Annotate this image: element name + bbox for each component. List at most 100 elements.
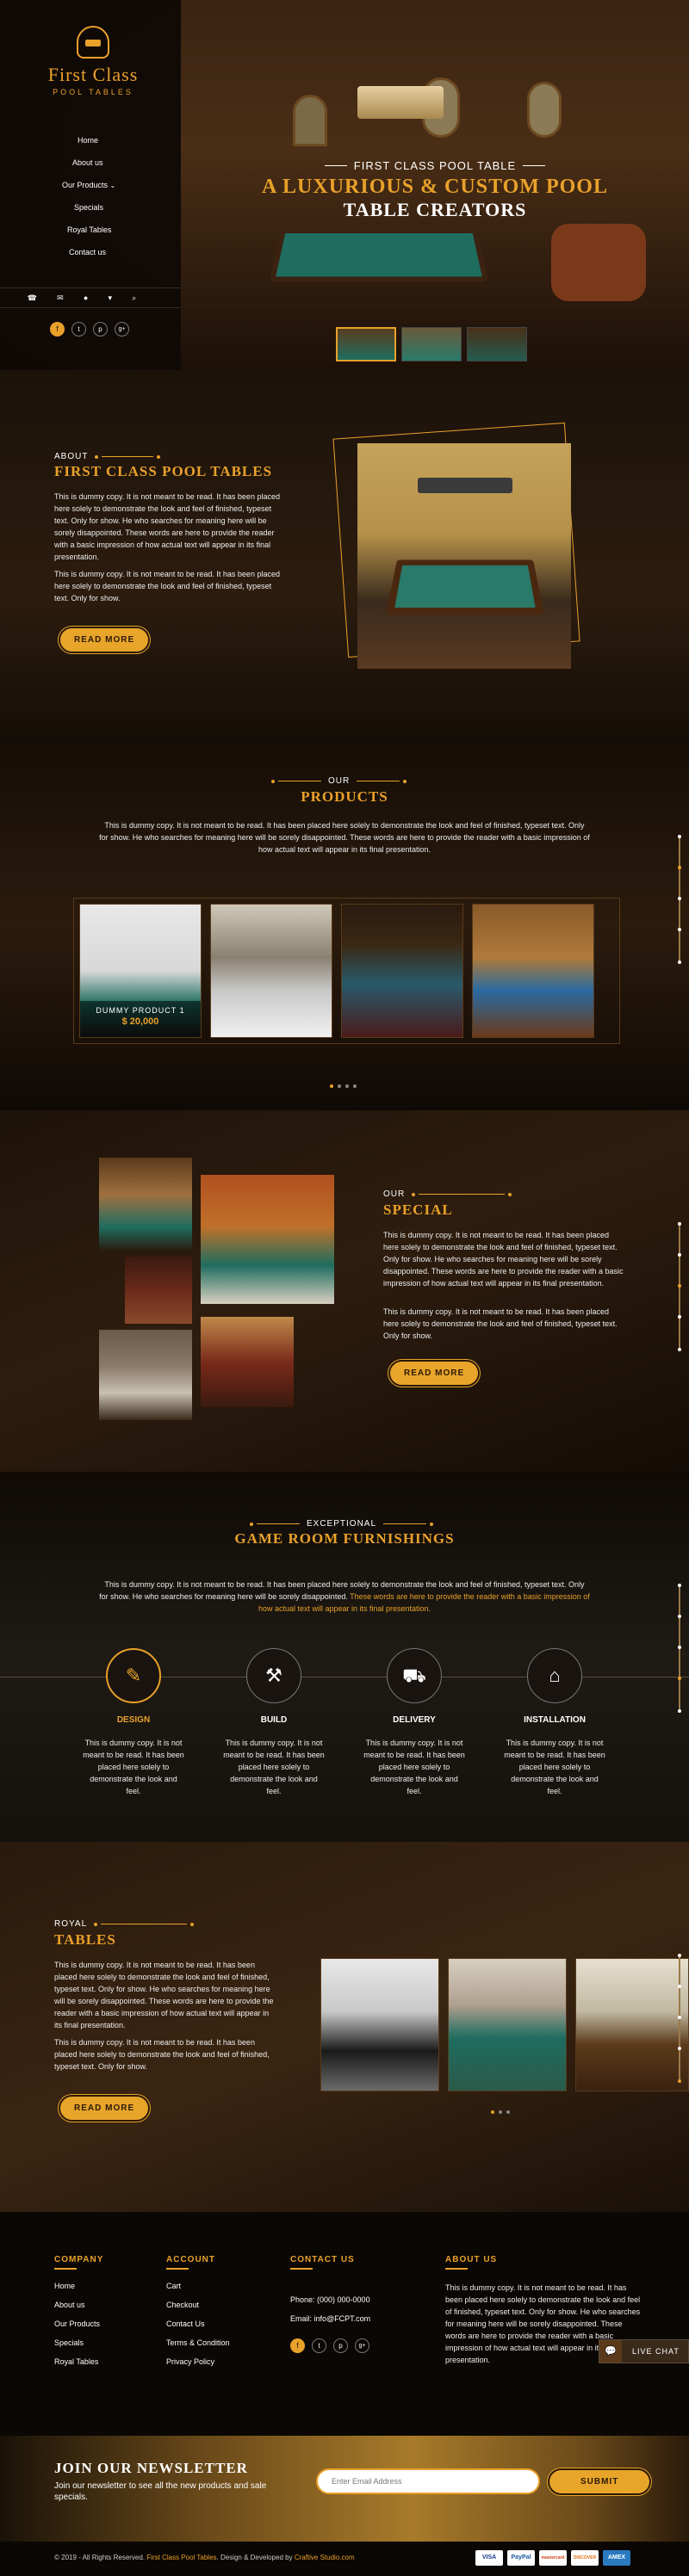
pagination-dot[interactable] <box>506 2110 510 2114</box>
mail-icon[interactable]: ✉ <box>57 293 64 303</box>
pagination-dot[interactable] <box>499 2110 502 2114</box>
furnishing-item-delivery: ⛟ DELIVERY This is dummy copy. It is not… <box>363 1648 466 1797</box>
nav-item-home[interactable]: Home <box>0 129 181 151</box>
footer-about-title: ABOUT US <box>445 2255 498 2264</box>
footer-link[interactable]: Our Products <box>54 2320 103 2338</box>
footer-phone[interactable]: Phone: (000) 000-0000 <box>290 2295 370 2314</box>
about-read-more-button[interactable]: READ MORE <box>60 628 149 652</box>
special-ornament: OUR <box>383 1189 512 1199</box>
footer-account-title: ACCOUNT <box>166 2255 215 2264</box>
product-card[interactable] <box>210 904 332 1038</box>
user-icon[interactable]: ● <box>84 293 88 302</box>
furnishings-intro: This is dummy copy. It is not meant to b… <box>99 1578 590 1615</box>
hero-pool-table <box>269 229 489 282</box>
hero-headline: FIRST CLASS POOL TABLE A LUXURIOUS & CUS… <box>250 159 620 221</box>
payment-methods: VISA PayPal mastercard DISCOVER AMEX <box>475 2550 630 2566</box>
hero-thumb-1[interactable] <box>336 327 396 361</box>
footer-link[interactable]: Royal Tables <box>54 2357 103 2376</box>
pagination-dot[interactable] <box>353 1084 357 1088</box>
furnishing-text: This is dummy copy. It is not meant to b… <box>363 1739 465 1795</box>
about-para-1: This is dummy copy. It is not meant to b… <box>54 492 280 561</box>
product-card[interactable] <box>472 904 594 1038</box>
product-card[interactable] <box>341 904 463 1038</box>
royal-read-more-button[interactable]: READ MORE <box>60 2097 149 2120</box>
pagination-dot[interactable] <box>491 2110 494 2114</box>
facebook-icon[interactable]: f <box>290 2338 305 2353</box>
google-plus-icon[interactable]: g+ <box>355 2338 369 2353</box>
nav-item-contact[interactable]: Contact us <box>0 241 181 263</box>
copyright-main: © 2019 - All Rights Reserved. <box>54 2554 146 2561</box>
logo[interactable]: First Class POOL TABLES <box>33 26 153 96</box>
pagination-dot[interactable] <box>338 1084 341 1088</box>
pinterest-icon[interactable]: p <box>333 2338 348 2353</box>
home-icon: ⌂ <box>527 1648 582 1703</box>
live-chat-label: LIVE CHAT <box>632 2347 680 2356</box>
nav-item-specials[interactable]: Specials <box>0 196 181 219</box>
hero-title-line1: A LUXURIOUS & CUSTOM POOL <box>262 176 608 198</box>
products-carousel: DUMMY PRODUCT 1 $ 20,000 <box>73 898 620 1044</box>
twitter-icon[interactable]: t <box>312 2338 326 2353</box>
royal-para-1: This is dummy copy. It is not meant to b… <box>54 1961 274 2029</box>
copyright-studio-link[interactable]: Craftive Studio.com <box>295 2554 355 2561</box>
about-section: ABOUT FIRST CLASS POOL TABLES This is du… <box>0 370 689 740</box>
footer-link[interactable]: Specials <box>54 2338 103 2357</box>
royal-image-3[interactable] <box>575 1958 689 2091</box>
footer-link[interactable]: Cart <box>166 2282 230 2301</box>
royal-image-2[interactable] <box>448 1958 567 2091</box>
twitter-icon[interactable]: t <box>71 322 86 337</box>
special-section: OUR SPECIAL This is dummy copy. It is no… <box>0 1110 689 1472</box>
footer-link[interactable]: Checkout <box>166 2301 230 2320</box>
footer-title-underline <box>54 2268 77 2270</box>
newsletter-submit-button[interactable]: SUBMIT <box>549 2470 650 2493</box>
product-card[interactable]: DUMMY PRODUCT 1 $ 20,000 <box>79 904 202 1038</box>
live-chat-button[interactable]: 💬 LIVE CHAT <box>599 2339 689 2363</box>
special-section-rail <box>678 1222 681 1351</box>
footer-link[interactable]: Contact Us <box>166 2320 230 2338</box>
special-read-more-button[interactable]: READ MORE <box>390 1362 479 1385</box>
royal-image-1[interactable] <box>320 1958 439 2091</box>
truck-icon: ⛟ <box>387 1648 442 1703</box>
products-title: PRODUCTS <box>301 788 388 805</box>
pagination-dot[interactable] <box>330 1084 333 1088</box>
google-plus-icon[interactable]: g+ <box>115 322 129 337</box>
footer-link[interactable]: Privacy Policy <box>166 2357 230 2376</box>
furnishing-text: This is dummy copy. It is not meant to b… <box>83 1739 184 1795</box>
footer: COMPANY Home About us Our Products Speci… <box>0 2212 689 2436</box>
footer-link[interactable]: Terms & Condition <box>166 2338 230 2357</box>
footer-company-title: COMPANY <box>54 2255 104 2264</box>
phone-icon[interactable]: ☎ <box>28 293 37 303</box>
footer-contact-title: CONTACT US <box>290 2255 355 2264</box>
facebook-icon[interactable]: f <box>50 322 65 337</box>
footer-email[interactable]: Email: info@FCPT.com <box>290 2314 370 2333</box>
about-image <box>357 443 571 669</box>
hero-window-right2 <box>527 82 562 138</box>
newsletter-text: Join our newsletter to see all the new p… <box>54 2481 267 2502</box>
nav-item-products[interactable]: Our Products ⌄ <box>0 174 181 196</box>
pagination-dot[interactable] <box>345 1084 349 1088</box>
about-ornament: ABOUT <box>54 452 161 461</box>
newsletter-section: JOIN OUR NEWSLETTER Join our newsletter … <box>0 2436 689 2542</box>
about-image-table <box>386 559 544 615</box>
pinterest-icon[interactable]: p <box>93 322 108 337</box>
hero-thumb-3[interactable] <box>467 327 527 361</box>
newsletter-email-input[interactable]: Enter Email Address <box>316 2468 540 2494</box>
furnishing-item-design: ✎ DESIGN This is dummy copy. It is not m… <box>82 1648 185 1797</box>
special-image-2 <box>125 1257 192 1324</box>
nav-item-about[interactable]: About us <box>0 151 181 174</box>
about-image-lamp <box>418 478 512 493</box>
special-image-3 <box>201 1175 334 1304</box>
copyright-brand-link[interactable]: First Class Pool Tables <box>146 2554 216 2561</box>
footer-link[interactable]: About us <box>54 2301 103 2320</box>
furnishing-title: DELIVERY <box>393 1715 436 1725</box>
hero-section: First Class POOL TABLES Home About us Ou… <box>0 0 689 370</box>
hero-thumb-2[interactable] <box>401 327 462 361</box>
copyright-bar: © 2019 - All Rights Reserved. First Clas… <box>0 2542 689 2576</box>
nav-item-royal-tables[interactable]: Royal Tables <box>0 219 181 241</box>
amex-icon: AMEX <box>603 2550 630 2566</box>
footer-link[interactable]: Home <box>54 2282 103 2301</box>
royal-para-2: This is dummy copy. It is not meant to b… <box>54 2038 270 2071</box>
royal-section-rail <box>678 1954 681 2083</box>
search-icon[interactable]: ⌕ <box>132 293 136 303</box>
about-title: FIRST CLASS POOL TABLES <box>54 463 273 479</box>
cart-icon[interactable]: ▾ <box>109 293 113 303</box>
